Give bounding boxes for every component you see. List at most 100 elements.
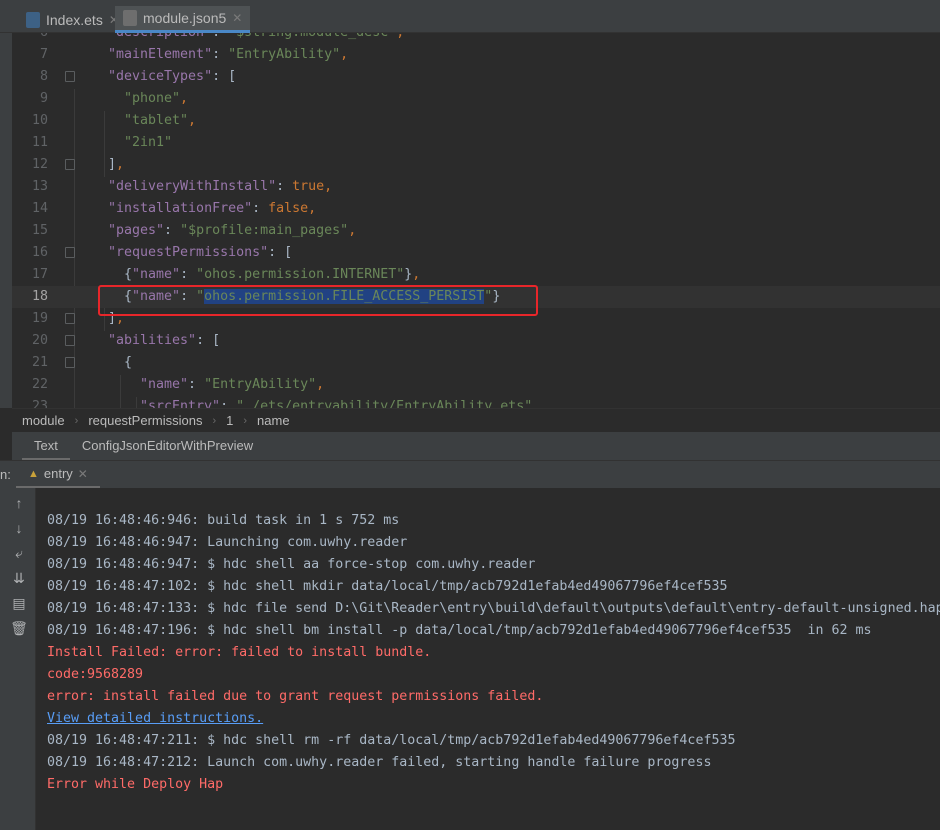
code-text: "srcEntry": "./ets/entryability/EntryAbi… xyxy=(140,396,540,408)
scroll-to-end-icon[interactable]: ⇊ xyxy=(10,569,28,587)
editor-mode-tabs: Text ConfigJsonEditorWithPreview xyxy=(12,432,940,460)
code-token: , xyxy=(340,47,349,62)
fold-icon[interactable] xyxy=(65,247,75,258)
code-token: , xyxy=(348,223,357,238)
code-line[interactable]: 7 "mainElement": "EntryAbility", xyxy=(12,44,940,66)
tab-config-json-editor[interactable]: ConfigJsonEditorWithPreview xyxy=(70,432,265,460)
code-token: : xyxy=(212,47,229,62)
code-token: , xyxy=(532,399,541,408)
fold-icon[interactable] xyxy=(65,357,75,368)
code-line[interactable]: 13 "deliveryWithInstall": true, xyxy=(12,176,940,198)
code-token: ] xyxy=(108,157,117,172)
close-icon[interactable]: ✕ xyxy=(78,467,88,481)
print-icon[interactable]: ▤ xyxy=(10,594,28,612)
code-token: "abilities" xyxy=(108,333,197,348)
code-text: "phone", xyxy=(124,88,188,110)
code-token: , xyxy=(116,157,125,172)
trash-icon[interactable]: 🗑 xyxy=(10,619,28,637)
code-line[interactable]: 10 "tablet", xyxy=(12,110,940,132)
code-line[interactable]: 22 "name": "EntryAbility", xyxy=(12,374,940,396)
close-icon[interactable]: ✕ xyxy=(232,11,242,25)
code-text: "deviceTypes": [ xyxy=(108,66,236,88)
breadcrumb-item[interactable]: module xyxy=(22,413,65,428)
code-line[interactable]: 8 "deviceTypes": [ xyxy=(12,66,940,88)
soft-wrap-icon[interactable]: ⤶ xyxy=(10,544,28,562)
fold-icon[interactable] xyxy=(65,313,75,324)
code-line[interactable]: 16 "requestPermissions": [ xyxy=(12,242,940,264)
code-token: , xyxy=(316,377,325,392)
console-line: Error while Deploy Hap xyxy=(47,777,224,792)
code-token: "description" xyxy=(108,33,212,40)
editor-tab-bar: Index.ets ✕ module.json5 ✕ xyxy=(0,0,940,33)
line-number: 17 xyxy=(31,267,48,282)
breadcrumb: module › requestPermissions › 1 › name xyxy=(12,408,940,432)
console-line: 08/19 16:48:47:133: $ hdc file send D:\G… xyxy=(47,601,940,616)
code-line[interactable]: 12], xyxy=(12,154,940,176)
fold-icon[interactable] xyxy=(65,335,75,346)
code-token: "2in1" xyxy=(124,135,173,150)
view-instructions-link[interactable]: View detailed instructions. xyxy=(47,708,263,730)
tab-index-ets[interactable]: Index.ets ✕ xyxy=(18,6,127,33)
code-line[interactable]: 21 { xyxy=(12,352,940,374)
code-token: true, xyxy=(292,179,333,194)
code-token: "deviceTypes" xyxy=(108,69,213,84)
fold-icon[interactable] xyxy=(65,71,75,82)
line-number: 11 xyxy=(31,135,48,150)
code-line[interactable]: 9 "phone", xyxy=(12,88,940,110)
line-number: 22 xyxy=(31,377,48,392)
code-token: { xyxy=(124,355,133,370)
code-token: : [ xyxy=(268,245,293,260)
console-output[interactable]: 08/19 16:48:46:946: build task in 1 s 75… xyxy=(36,488,940,830)
code-line[interactable]: 6 "description": "$string:module_desc", xyxy=(12,33,940,44)
run-tab-entry[interactable]: ▲ entry ✕ xyxy=(16,461,100,489)
breadcrumb-item[interactable]: name xyxy=(257,413,290,428)
arrow-down-icon[interactable]: ↓ xyxy=(10,519,28,537)
code-text: "2in1" xyxy=(124,132,172,154)
chevron-right-icon: › xyxy=(212,414,217,427)
code-line[interactable]: 20 "abilities": [ xyxy=(12,330,940,352)
breadcrumb-item[interactable]: requestPermissions xyxy=(88,413,202,428)
code-token: "name" xyxy=(132,267,181,282)
tab-label: Index.ets xyxy=(46,11,103,28)
line-number: 6 xyxy=(12,33,48,44)
code-line[interactable]: 15 "pages": "$profile:main_pages", xyxy=(12,220,940,242)
code-token: : [ xyxy=(196,333,221,348)
line-number: 15 xyxy=(31,223,48,238)
code-token: "requestPermissions" xyxy=(108,245,269,260)
code-token: "$profile:main_pages" xyxy=(180,223,349,238)
code-token: "deliveryWithInstall" xyxy=(108,179,277,194)
console-line: 08/19 16:48:46:946: build task in 1 s 75… xyxy=(47,513,400,528)
code-text: "installationFree": false, xyxy=(108,198,316,220)
breadcrumb-item[interactable]: 1 xyxy=(226,413,233,428)
code-token: "pages" xyxy=(108,223,165,238)
code-line[interactable]: 14 "installationFree": false, xyxy=(12,198,940,220)
code-token: : xyxy=(276,179,293,194)
fold-icon[interactable] xyxy=(65,159,75,170)
arrow-up-icon[interactable]: ↑ xyxy=(10,494,28,512)
tab-module-json5[interactable]: module.json5 ✕ xyxy=(115,6,251,33)
code-token: "EntryAbility" xyxy=(228,47,341,62)
code-text: "name": "EntryAbility", xyxy=(140,374,324,396)
code-line[interactable]: 23 "srcEntry": "./ets/entryability/EntryA… xyxy=(12,396,940,408)
line-number: 7 xyxy=(39,47,48,62)
code-line[interactable]: 11 "2in1" xyxy=(12,132,940,154)
ets-file-icon xyxy=(26,11,40,28)
code-token: : xyxy=(180,267,197,282)
code-token: "ohos.permission.INTERNET" xyxy=(196,267,405,282)
tab-text[interactable]: Text xyxy=(22,432,70,460)
line-number: 8 xyxy=(39,69,48,84)
json5-file-icon xyxy=(123,10,137,26)
line-number: 14 xyxy=(31,201,48,216)
code-token: "installationFree" xyxy=(108,201,253,216)
code-text: "description": "$string:module_desc", xyxy=(108,33,404,44)
code-line[interactable]: 17 {"name": "ohos.permission.INTERNET"}, xyxy=(12,264,940,286)
code-token: "mainElement" xyxy=(108,47,213,62)
code-text: ], xyxy=(108,154,124,176)
code-text: "tablet", xyxy=(124,110,196,132)
line-number: 19 xyxy=(31,311,48,326)
line-number: 23 xyxy=(31,399,48,408)
console-line: 08/19 16:48:46:947: Launching com.uwhy.r… xyxy=(47,535,408,550)
code-editor[interactable]: 6 "description": "$string:module_desc", 7 "… xyxy=(12,33,940,408)
console-line: 08/19 16:48:47:196: $ hdc shell bm insta… xyxy=(47,623,872,638)
code-text: { xyxy=(124,352,132,374)
